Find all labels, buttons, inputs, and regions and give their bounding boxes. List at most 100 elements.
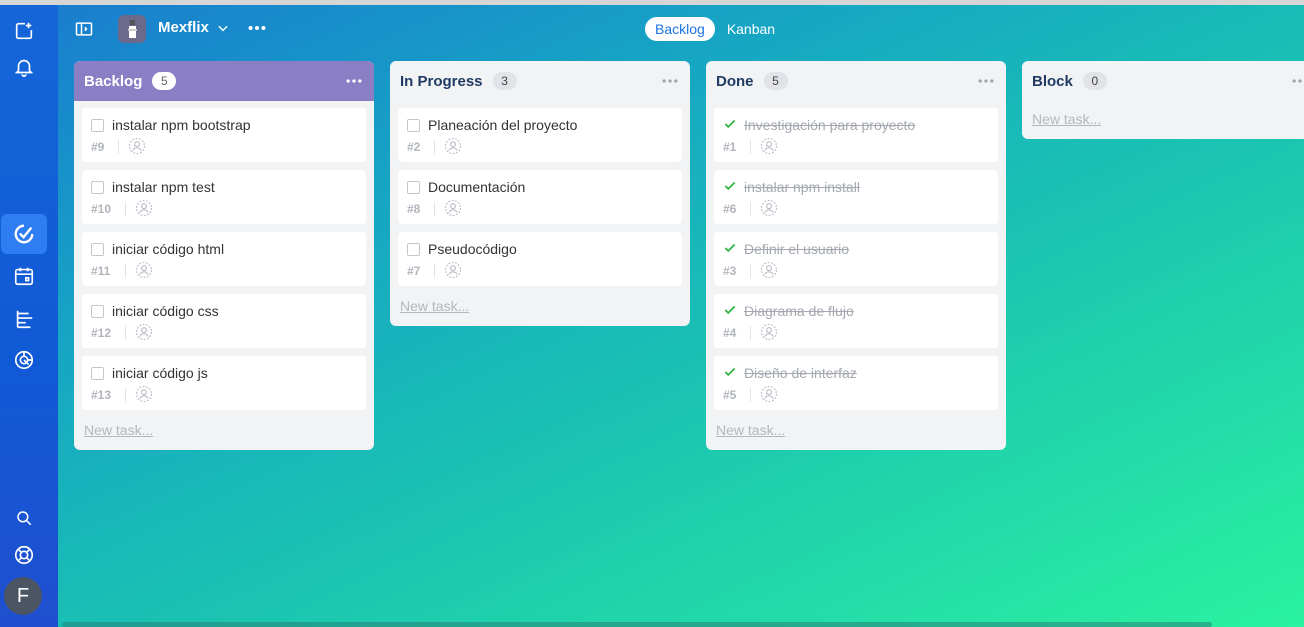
task-checkbox[interactable]: [91, 367, 104, 380]
tab-kanban[interactable]: Kanban: [717, 17, 785, 41]
task-card[interactable]: Definir el usuario #3: [714, 232, 998, 286]
task-checkbox[interactable]: [91, 305, 104, 318]
task-id: #8: [407, 202, 421, 216]
assignee-icon[interactable]: [444, 261, 462, 279]
task-id: #3: [723, 264, 737, 278]
task-id: #4: [723, 326, 737, 340]
column-header: Backlog 5: [74, 61, 374, 101]
assignee-icon[interactable]: [444, 199, 462, 217]
task-card[interactable]: instalar npm bootstrap #9: [82, 108, 366, 162]
task-card[interactable]: Planeación del proyecto #2: [398, 108, 682, 162]
task-title: Documentación: [428, 179, 526, 195]
assignee-icon[interactable]: [760, 323, 778, 341]
column-count-badge: 0: [1082, 72, 1107, 90]
new-task-link[interactable]: New task...: [390, 294, 479, 326]
check-icon[interactable]: [723, 365, 737, 379]
task-title: iniciar código css: [112, 303, 219, 319]
assignee-icon[interactable]: [135, 323, 153, 341]
task-card[interactable]: Documentación #8: [398, 170, 682, 224]
separator: [118, 140, 119, 154]
task-id: #12: [91, 326, 112, 340]
project-avatar[interactable]: [118, 15, 146, 43]
separator: [434, 140, 435, 154]
task-card[interactable]: Diseño de interfaz #5: [714, 356, 998, 410]
check-icon[interactable]: [723, 117, 737, 131]
task-title: iniciar código html: [112, 241, 225, 257]
assignee-icon[interactable]: [135, 199, 153, 217]
view-switcher: Backlog Kanban: [645, 17, 787, 41]
column-header: Done 5: [706, 61, 1006, 101]
column-more-icon[interactable]: [1290, 71, 1304, 91]
assignee-icon[interactable]: [135, 261, 153, 279]
task-title: Investigación para proyecto: [744, 117, 916, 133]
reports-icon[interactable]: [0, 342, 48, 378]
separator: [750, 202, 751, 216]
column-title: In Progress: [400, 72, 483, 90]
task-id: #7: [407, 264, 421, 278]
new-task-link[interactable]: New task...: [706, 418, 795, 450]
column-more-icon[interactable]: [344, 71, 364, 91]
check-icon[interactable]: [723, 241, 737, 255]
separator: [434, 202, 435, 216]
bell-icon[interactable]: [0, 49, 48, 85]
task-title: instalar npm bootstrap: [112, 117, 251, 133]
column-more-icon[interactable]: [660, 71, 680, 91]
task-card[interactable]: Investigación para proyecto #1: [714, 108, 998, 162]
column-done: Done 5 Investigación para proyecto #1 in…: [706, 61, 1006, 450]
assignee-icon[interactable]: [760, 261, 778, 279]
task-card[interactable]: instalar npm test #10: [82, 170, 366, 224]
assignee-icon[interactable]: [760, 385, 778, 403]
chevron-down-icon[interactable]: [216, 21, 230, 35]
horizontal-scrollbar[interactable]: [62, 622, 1212, 627]
task-checkbox[interactable]: [91, 243, 104, 256]
calendar-icon[interactable]: [0, 258, 48, 294]
column-title: Block: [1032, 72, 1073, 90]
task-checkbox[interactable]: [407, 243, 420, 256]
new-task-link[interactable]: New task...: [1022, 101, 1111, 139]
separator: [750, 140, 751, 154]
task-card[interactable]: iniciar código html #11: [82, 232, 366, 286]
column-more-icon[interactable]: [976, 71, 996, 91]
assignee-icon[interactable]: [760, 137, 778, 155]
task-card[interactable]: Pseudocódigo #7: [398, 232, 682, 286]
task-title: Pseudocódigo: [428, 241, 517, 257]
top-bar: Mexflix Backlog Kanban: [58, 5, 1304, 53]
check-icon[interactable]: [723, 303, 737, 317]
assignee-icon[interactable]: [135, 385, 153, 403]
more-horizontal-icon[interactable]: [246, 17, 268, 39]
help-lifebuoy-icon[interactable]: [0, 537, 48, 573]
task-checkbox[interactable]: [407, 181, 420, 194]
user-avatar[interactable]: F: [4, 577, 42, 615]
separator: [125, 326, 126, 340]
task-id: #1: [723, 140, 737, 154]
task-checkbox[interactable]: [91, 181, 104, 194]
task-card[interactable]: iniciar código js #13: [82, 356, 366, 410]
task-card[interactable]: Diagrama de flujo #4: [714, 294, 998, 348]
new-task-link[interactable]: New task...: [74, 418, 163, 450]
assignee-icon[interactable]: [128, 137, 146, 155]
tab-backlog[interactable]: Backlog: [645, 17, 715, 41]
project-name[interactable]: Mexflix: [158, 19, 209, 36]
task-card[interactable]: iniciar código css #12: [82, 294, 366, 348]
task-card[interactable]: instalar npm install #6: [714, 170, 998, 224]
task-checkbox[interactable]: [407, 119, 420, 132]
sidebar: F: [0, 5, 58, 627]
column-count-badge: 5: [152, 72, 177, 90]
task-id: #5: [723, 388, 737, 402]
column-backlog: Backlog 5 instalar npm bootstrap #9 inst…: [74, 61, 374, 450]
new-note-icon[interactable]: [0, 13, 48, 49]
task-checkbox[interactable]: [91, 119, 104, 132]
check-icon[interactable]: [723, 179, 737, 193]
assignee-icon[interactable]: [444, 137, 462, 155]
search-icon[interactable]: [0, 500, 48, 536]
task-title: Diseño de interfaz: [744, 365, 857, 381]
timeline-icon[interactable]: [0, 301, 48, 337]
tasks-app-icon[interactable]: [1, 214, 47, 254]
toggle-sidebar-icon[interactable]: [74, 19, 94, 39]
column-title: Done: [716, 72, 754, 90]
assignee-icon[interactable]: [760, 199, 778, 217]
task-id: #13: [91, 388, 112, 402]
user-initial: F: [16, 584, 30, 607]
separator: [434, 264, 435, 278]
task-id: #9: [91, 140, 105, 154]
